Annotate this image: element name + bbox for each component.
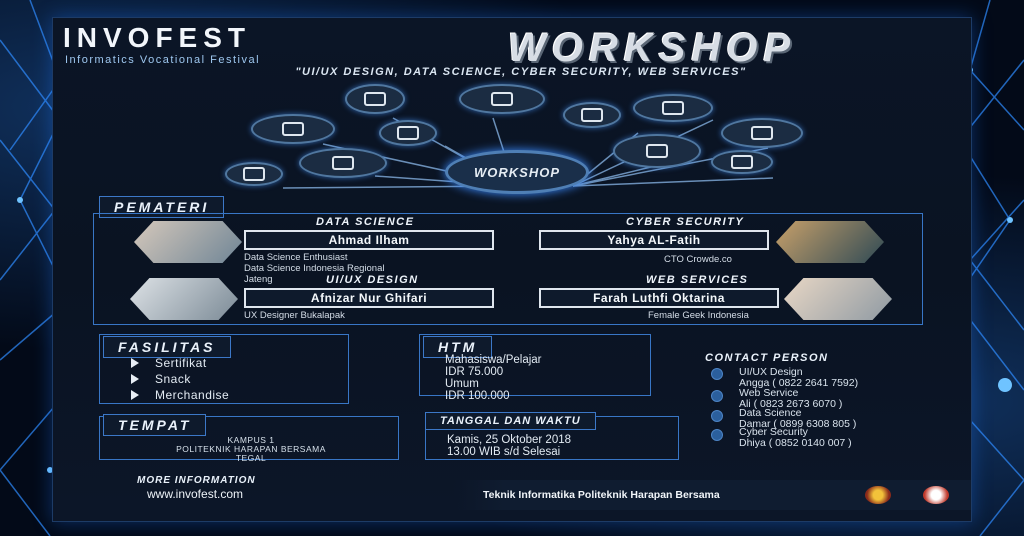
speaker-topic-data-science: DATA SCIENCE <box>316 216 415 228</box>
more-information-heading: MORE INFORMATION <box>137 475 256 486</box>
speaker-name-afnizar: Afnizar Nur Ghifari <box>244 288 494 308</box>
shield-icon <box>379 120 437 146</box>
htm-prices: Mahasiswa/Pelajar IDR 75.000 Umum IDR 10… <box>445 354 542 402</box>
page-title: WORKSHOP <box>508 26 796 70</box>
tempat-label: TEMPAT <box>103 414 207 436</box>
globe-network-icon <box>633 94 713 122</box>
logo-name: INVOFEST <box>63 22 252 53</box>
speaker-topic-web-services: WEB SERVICES <box>646 274 749 286</box>
server-icon <box>299 148 387 178</box>
fasilitas-item: Snack <box>131 372 191 386</box>
arrow-right-icon <box>131 374 139 384</box>
tanggal-waktu: Kamis, 25 Oktober 2018 13.00 WIB s/d Sel… <box>447 434 572 458</box>
lock-shop-icon <box>563 102 621 128</box>
pemateri-box: DATA SCIENCE Ahmad Ilham Data Science En… <box>93 213 923 325</box>
contact-uiux: UI/UX Design Angga ( 0822 2641 7592) <box>739 366 859 389</box>
contact-cyber-security: Cyber Security Dhiya ( 0852 0140 007 ) <box>739 426 852 449</box>
contact-dot <box>711 368 723 380</box>
contact-dot <box>711 429 723 441</box>
fasilitas-label: FASILITAS <box>103 336 231 358</box>
arrow-right-icon <box>131 358 139 368</box>
speaker-photo-afnizar <box>130 278 238 320</box>
invofest-logo: INVOFEST Informatics Vocational Festival <box>59 22 389 70</box>
tempat-address: KAMPUS 1 POLITEKNIK HARAPAN BERSAMA TEGA… <box>176 435 326 463</box>
fasilitas-item: Sertifikat <box>131 356 207 370</box>
browser-window-icon <box>251 114 335 144</box>
speaker-name-farah: Farah Luthfi Oktarina <box>539 288 779 308</box>
cloud-hand-icon <box>225 162 283 186</box>
speaker-name-yahya: Yahya AL-Fatih <box>539 230 769 250</box>
website-link[interactable]: www.invofest.com <box>147 487 243 501</box>
speaker-desc-farah: Female Geek Indonesia <box>648 310 749 321</box>
contact-person-heading: CONTACT PERSON <box>705 352 829 364</box>
department-emblem-icon <box>923 486 949 504</box>
ai-chip-icon <box>345 84 405 114</box>
contact-dot <box>711 410 723 422</box>
speaker-desc-afnizar: UX Designer Bukalapak <box>244 310 345 321</box>
user-gear-icon <box>613 134 701 168</box>
arrow-right-icon <box>131 390 139 400</box>
document-list-icon <box>711 150 773 174</box>
contact-dot <box>711 390 723 402</box>
speaker-photo-farah <box>784 278 892 320</box>
university-emblem-icon <box>865 486 891 504</box>
workshop-poster: INVOFEST Informatics Vocational Festival… <box>52 17 972 522</box>
speaker-photo-yahya <box>776 221 884 263</box>
speaker-topic-uiux-design: UI/UX DESIGN <box>326 274 419 286</box>
logo-subtitle: Informatics Vocational Festival <box>65 54 261 66</box>
workshop-topics: "UI/UX DESIGN, DATA SCIENCE, CYBER SECUR… <box>295 66 747 78</box>
speaker-name-ahmad: Ahmad Ilham <box>244 230 494 250</box>
speaker-desc-yahya: CTO Crowde.co <box>664 254 732 265</box>
dashboard-icon <box>459 84 545 114</box>
card-icon <box>721 118 803 148</box>
footer-institution: Teknik Informatika Politeknik Harapan Be… <box>483 489 720 501</box>
workshop-center-node: WORKSHOP <box>445 150 589 194</box>
fasilitas-item: Merchandise <box>131 388 229 402</box>
speaker-photo-ahmad <box>134 221 242 263</box>
tanggal-label: TANGGAL DAN WAKTU <box>425 412 596 430</box>
speaker-topic-cyber-security: CYBER SECURITY <box>626 216 745 228</box>
